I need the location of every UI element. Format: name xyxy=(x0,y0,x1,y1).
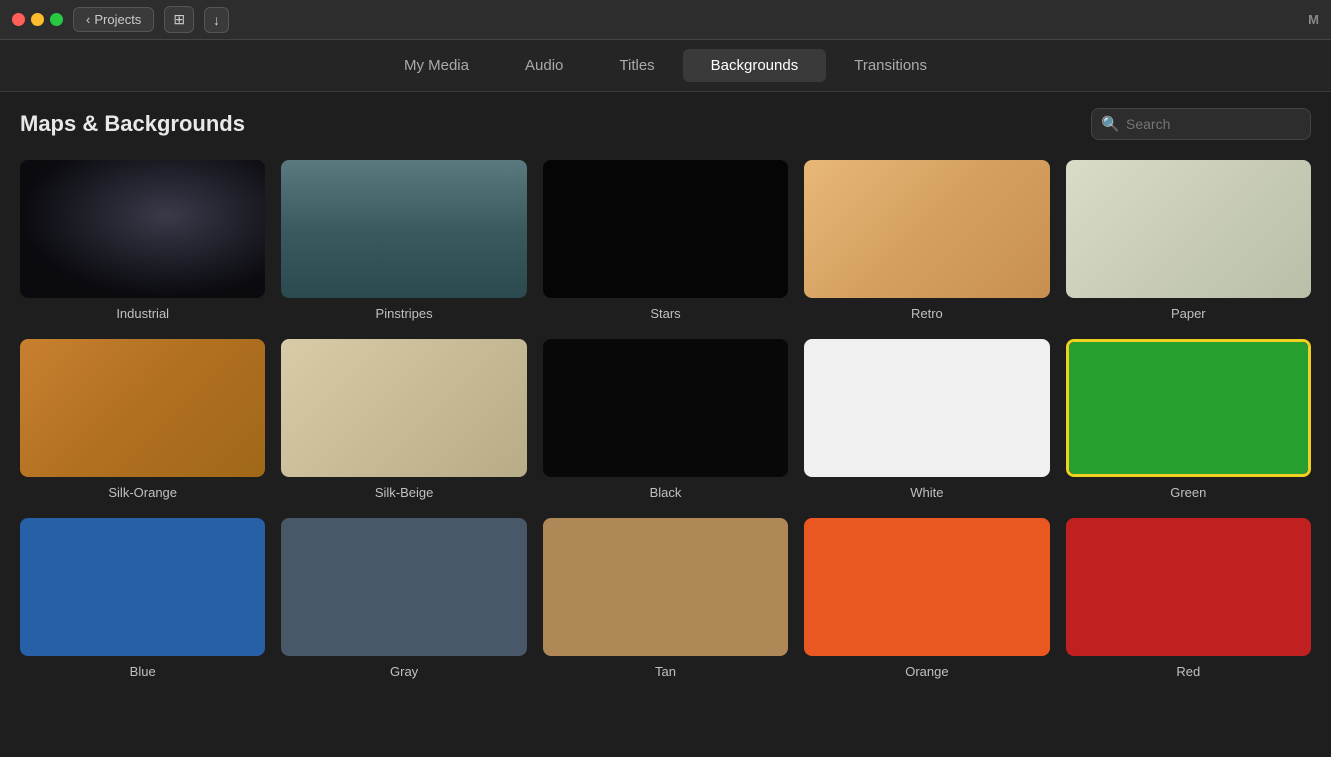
content-header: Maps & Backgrounds 🔍 xyxy=(20,108,1311,140)
tabbar: My Media Audio Titles Backgrounds Transi… xyxy=(0,40,1331,92)
thumb-inner-orange xyxy=(804,518,1049,656)
thumb-silk-beige xyxy=(281,339,526,477)
grid-item-pinstripes[interactable]: Pinstripes xyxy=(281,160,526,321)
thumb-industrial xyxy=(20,160,265,298)
minimize-button[interactable] xyxy=(31,13,44,26)
thumb-red xyxy=(1066,518,1311,656)
grid-item-orange[interactable]: Orange xyxy=(804,518,1049,679)
thumb-inner-gray xyxy=(281,518,526,656)
item-label-black: Black xyxy=(650,485,682,500)
item-label-industrial: Industrial xyxy=(116,306,169,321)
grid-item-silk-orange[interactable]: Silk-Orange xyxy=(20,339,265,500)
thumb-gray xyxy=(281,518,526,656)
item-label-blue: Blue xyxy=(130,664,156,679)
thumb-inner-blue xyxy=(20,518,265,656)
thumb-inner-industrial xyxy=(20,160,265,298)
projects-label: Projects xyxy=(94,12,141,27)
grid-item-black[interactable]: Black xyxy=(543,339,788,500)
grid-item-blue[interactable]: Blue xyxy=(20,518,265,679)
tab-titles[interactable]: Titles xyxy=(591,49,682,82)
thumb-orange xyxy=(804,518,1049,656)
titlebar: ‹ Projects ⊞ ↓ M xyxy=(0,0,1331,40)
close-button[interactable] xyxy=(12,13,25,26)
grid-item-tan[interactable]: Tan xyxy=(543,518,788,679)
thumb-inner-pinstripes xyxy=(281,160,526,298)
chevron-left-icon: ‹ xyxy=(86,12,90,27)
item-label-green: Green xyxy=(1170,485,1206,500)
fullscreen-button[interactable] xyxy=(50,13,63,26)
app-initial: M xyxy=(1308,12,1319,27)
item-label-orange: Orange xyxy=(905,664,948,679)
grid-item-gray[interactable]: Gray xyxy=(281,518,526,679)
thumb-inner-retro xyxy=(804,160,1049,298)
download-button[interactable]: ↓ xyxy=(204,7,229,33)
thumb-inner-green xyxy=(1069,342,1308,474)
traffic-lights xyxy=(12,13,63,26)
backgrounds-grid: Industrial Pinstripes Stars Retro Paper Silk-… xyxy=(20,160,1311,679)
thumb-black xyxy=(543,339,788,477)
thumb-green xyxy=(1066,339,1311,477)
content-area: Maps & Backgrounds 🔍 Industrial Pinstripe… xyxy=(0,92,1331,757)
grid-item-red[interactable]: Red xyxy=(1066,518,1311,679)
grid-item-white[interactable]: White xyxy=(804,339,1049,500)
thumb-inner-silk-orange xyxy=(20,339,265,477)
thumb-blue xyxy=(20,518,265,656)
thumb-inner-silk-beige xyxy=(281,339,526,477)
item-label-silk-orange: Silk-Orange xyxy=(108,485,177,500)
thumb-inner-white xyxy=(804,339,1049,477)
thumb-inner-paper xyxy=(1066,160,1311,298)
item-label-pinstripes: Pinstripes xyxy=(376,306,433,321)
item-label-retro: Retro xyxy=(911,306,943,321)
projects-button[interactable]: ‹ Projects xyxy=(73,7,154,32)
section-title: Maps & Backgrounds xyxy=(20,111,245,137)
grid-item-stars[interactable]: Stars xyxy=(543,160,788,321)
thumb-retro xyxy=(804,160,1049,298)
search-wrapper: 🔍 xyxy=(1091,108,1311,140)
search-input[interactable] xyxy=(1091,108,1311,140)
scene-view-button[interactable]: ⊞ xyxy=(164,6,194,33)
thumb-stars xyxy=(543,160,788,298)
thumb-inner-red xyxy=(1066,518,1311,656)
thumb-inner-stars xyxy=(543,160,788,298)
thumb-silk-orange xyxy=(20,339,265,477)
thumb-inner-tan xyxy=(543,518,788,656)
tab-my-media[interactable]: My Media xyxy=(376,49,497,82)
grid-item-retro[interactable]: Retro xyxy=(804,160,1049,321)
grid-item-industrial[interactable]: Industrial xyxy=(20,160,265,321)
thumb-white xyxy=(804,339,1049,477)
tab-audio[interactable]: Audio xyxy=(497,49,591,82)
item-label-stars: Stars xyxy=(650,306,680,321)
thumb-paper xyxy=(1066,160,1311,298)
grid-item-paper[interactable]: Paper xyxy=(1066,160,1311,321)
item-label-white: White xyxy=(910,485,943,500)
item-label-gray: Gray xyxy=(390,664,418,679)
item-label-tan: Tan xyxy=(655,664,676,679)
thumb-pinstripes xyxy=(281,160,526,298)
item-label-silk-beige: Silk-Beige xyxy=(375,485,434,500)
item-label-paper: Paper xyxy=(1171,306,1206,321)
thumb-inner-black xyxy=(543,339,788,477)
thumb-tan xyxy=(543,518,788,656)
tab-backgrounds[interactable]: Backgrounds xyxy=(683,49,827,82)
grid-item-silk-beige[interactable]: Silk-Beige xyxy=(281,339,526,500)
grid-item-green[interactable]: Green xyxy=(1066,339,1311,500)
item-label-red: Red xyxy=(1176,664,1200,679)
tab-transitions[interactable]: Transitions xyxy=(826,49,955,82)
